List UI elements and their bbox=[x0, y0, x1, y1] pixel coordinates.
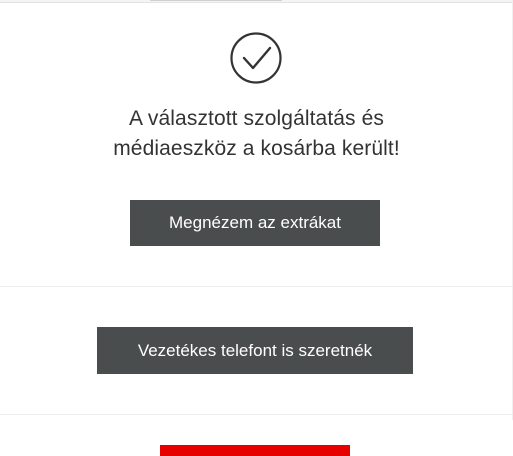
confirmation-message-line-1: A választott szolgáltatás és bbox=[129, 107, 384, 130]
confirmation-message: A választott szolgáltatás és médiaeszköz… bbox=[0, 104, 513, 164]
check-circle-icon bbox=[230, 32, 282, 84]
divider bbox=[0, 286, 513, 287]
red-action-button-partial[interactable] bbox=[160, 445, 350, 456]
top-edge bbox=[0, 0, 513, 3]
add-landline-button[interactable]: Vezetékes telefont is szeretnék bbox=[97, 327, 413, 374]
divider bbox=[0, 414, 513, 415]
view-extras-button[interactable]: Megnézem az extrákat bbox=[130, 200, 380, 246]
confirmation-message-line-2: médiaeszköz a kosárba került! bbox=[113, 137, 400, 160]
cart-confirmation-modal: A választott szolgáltatás és médiaeszköz… bbox=[0, 0, 513, 456]
